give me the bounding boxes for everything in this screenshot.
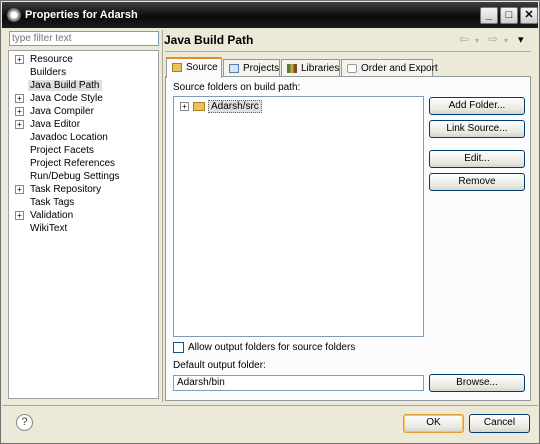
link-source-button[interactable]: Link Source... [429,120,525,138]
tab-label: Libraries [301,63,340,74]
button-label: Link Source... [446,123,508,134]
header-divider [165,51,531,52]
browse-button[interactable]: Browse... [429,374,525,392]
tree-item-label: Java Build Path [28,80,102,91]
source-folder-tree[interactable]: + Adarsh/src [173,96,424,337]
back-dropdown-icon[interactable]: ▾ [475,36,479,45]
edit-button[interactable]: Edit... [429,150,525,168]
forward-arrow-icon[interactable]: ⇨ [488,32,498,46]
button-label: OK [426,417,441,428]
tree-item[interactable]: + Resource [15,53,75,66]
project-icon [229,63,239,73]
tab-label: Order and Export [361,63,438,74]
tree-item[interactable]: Task Tags [15,196,76,209]
tree-item-label: Javadoc Location [30,132,108,143]
expand-icon[interactable]: + [15,106,24,116]
tree-item[interactable]: Project Facets [15,144,96,157]
tree-item-label: Builders [30,67,67,78]
tree-item-label: Project Facets [30,145,94,156]
eclipse-icon [7,8,21,22]
expand-icon[interactable]: + [15,210,24,220]
tree-item-label: Task Repository [30,184,102,195]
folder-icon [172,62,182,72]
expand-icon[interactable]: + [15,54,24,64]
tree-item-label: Validation [30,210,74,221]
title-bar[interactable]: Properties for Adarsh _ □ ✕ [2,2,538,28]
tree-item[interactable]: Run/Debug Settings [15,170,122,183]
tree-item[interactable]: + Task Repository [15,183,103,196]
source-folders-label: Source folders on build path: [173,82,301,93]
expand-icon[interactable]: + [15,93,24,103]
tree-item[interactable]: + Java Editor [15,118,82,131]
cancel-button[interactable]: Cancel [469,414,530,433]
tree-item[interactable]: + Java Compiler [15,105,96,118]
forward-dropdown-icon[interactable]: ▾ [504,36,508,45]
window-title: Properties for Adarsh [25,9,138,21]
package-folder-icon [193,101,205,111]
add-folder-button[interactable]: Add Folder... [429,97,525,115]
library-icon [287,63,297,73]
help-icon[interactable]: ? [16,414,33,431]
button-label: Edit... [464,153,490,164]
tab-source[interactable]: Source [166,57,222,78]
allow-output-checkbox[interactable] [173,342,184,353]
expand-icon[interactable]: + [15,184,24,194]
tree-item[interactable]: + Validation [15,209,75,222]
category-tree: + Resource Builders Java Build Path + Java Co… [8,50,159,399]
default-output-label: Default output folder: [173,360,266,371]
button-label: Browse... [456,377,498,388]
maximize-button[interactable]: □ [500,7,518,24]
tree-item-label: Java Code Style [30,93,103,104]
source-folder-item[interactable]: + Adarsh/src [180,100,262,114]
properties-window: Properties for Adarsh _ □ ✕ + Resource Bui… [0,0,540,444]
tree-item-label: Java Editor [30,119,81,130]
sash[interactable] [162,30,163,402]
tree-item-label: Java Compiler [30,106,94,117]
tree-item[interactable]: WikiText [15,222,69,235]
expand-icon[interactable]: + [180,101,189,111]
button-label: Cancel [483,417,516,428]
ok-button[interactable]: OK [403,414,464,433]
tree-item-label: Run/Debug Settings [30,171,120,182]
tree-item-label: Task Tags [30,197,75,208]
filter-input[interactable] [9,31,159,46]
tab-label: Projects [243,63,280,74]
default-output-field[interactable]: Adarsh/bin [173,375,424,391]
tree-item[interactable]: Javadoc Location [15,131,110,144]
view-menu-icon[interactable]: ▾ [518,33,524,46]
page-title: Java Build Path [164,33,254,47]
source-folder-label: Adarsh/src [208,100,262,113]
button-label: Remove [458,176,496,187]
tab-order-export[interactable]: Order and Export [341,59,438,77]
order-icon [347,63,357,73]
tab-label: Source [186,62,218,73]
allow-output-label: Allow output folders for source folders [188,342,356,353]
tree-item[interactable]: + Java Code Style [15,92,105,105]
tree-item[interactable]: Builders [15,66,68,79]
button-label: Add Folder... [448,100,506,111]
tree-item-label: WikiText [30,223,68,234]
tree-item[interactable]: Java Build Path [15,79,102,92]
tree-item-label: Resource [30,54,73,65]
expand-icon[interactable]: + [15,119,24,129]
close-button[interactable]: ✕ [520,7,538,24]
tab-projects[interactable]: Projects [223,59,280,77]
footer-divider [2,405,538,406]
tab-libraries[interactable]: Libraries [281,59,340,77]
minimize-button[interactable]: _ [480,7,498,24]
tree-item-label: Project References [30,158,116,169]
tree-item[interactable]: Project References [15,157,117,170]
remove-button[interactable]: Remove [429,173,525,191]
back-arrow-icon[interactable]: ⇦ [459,32,469,46]
